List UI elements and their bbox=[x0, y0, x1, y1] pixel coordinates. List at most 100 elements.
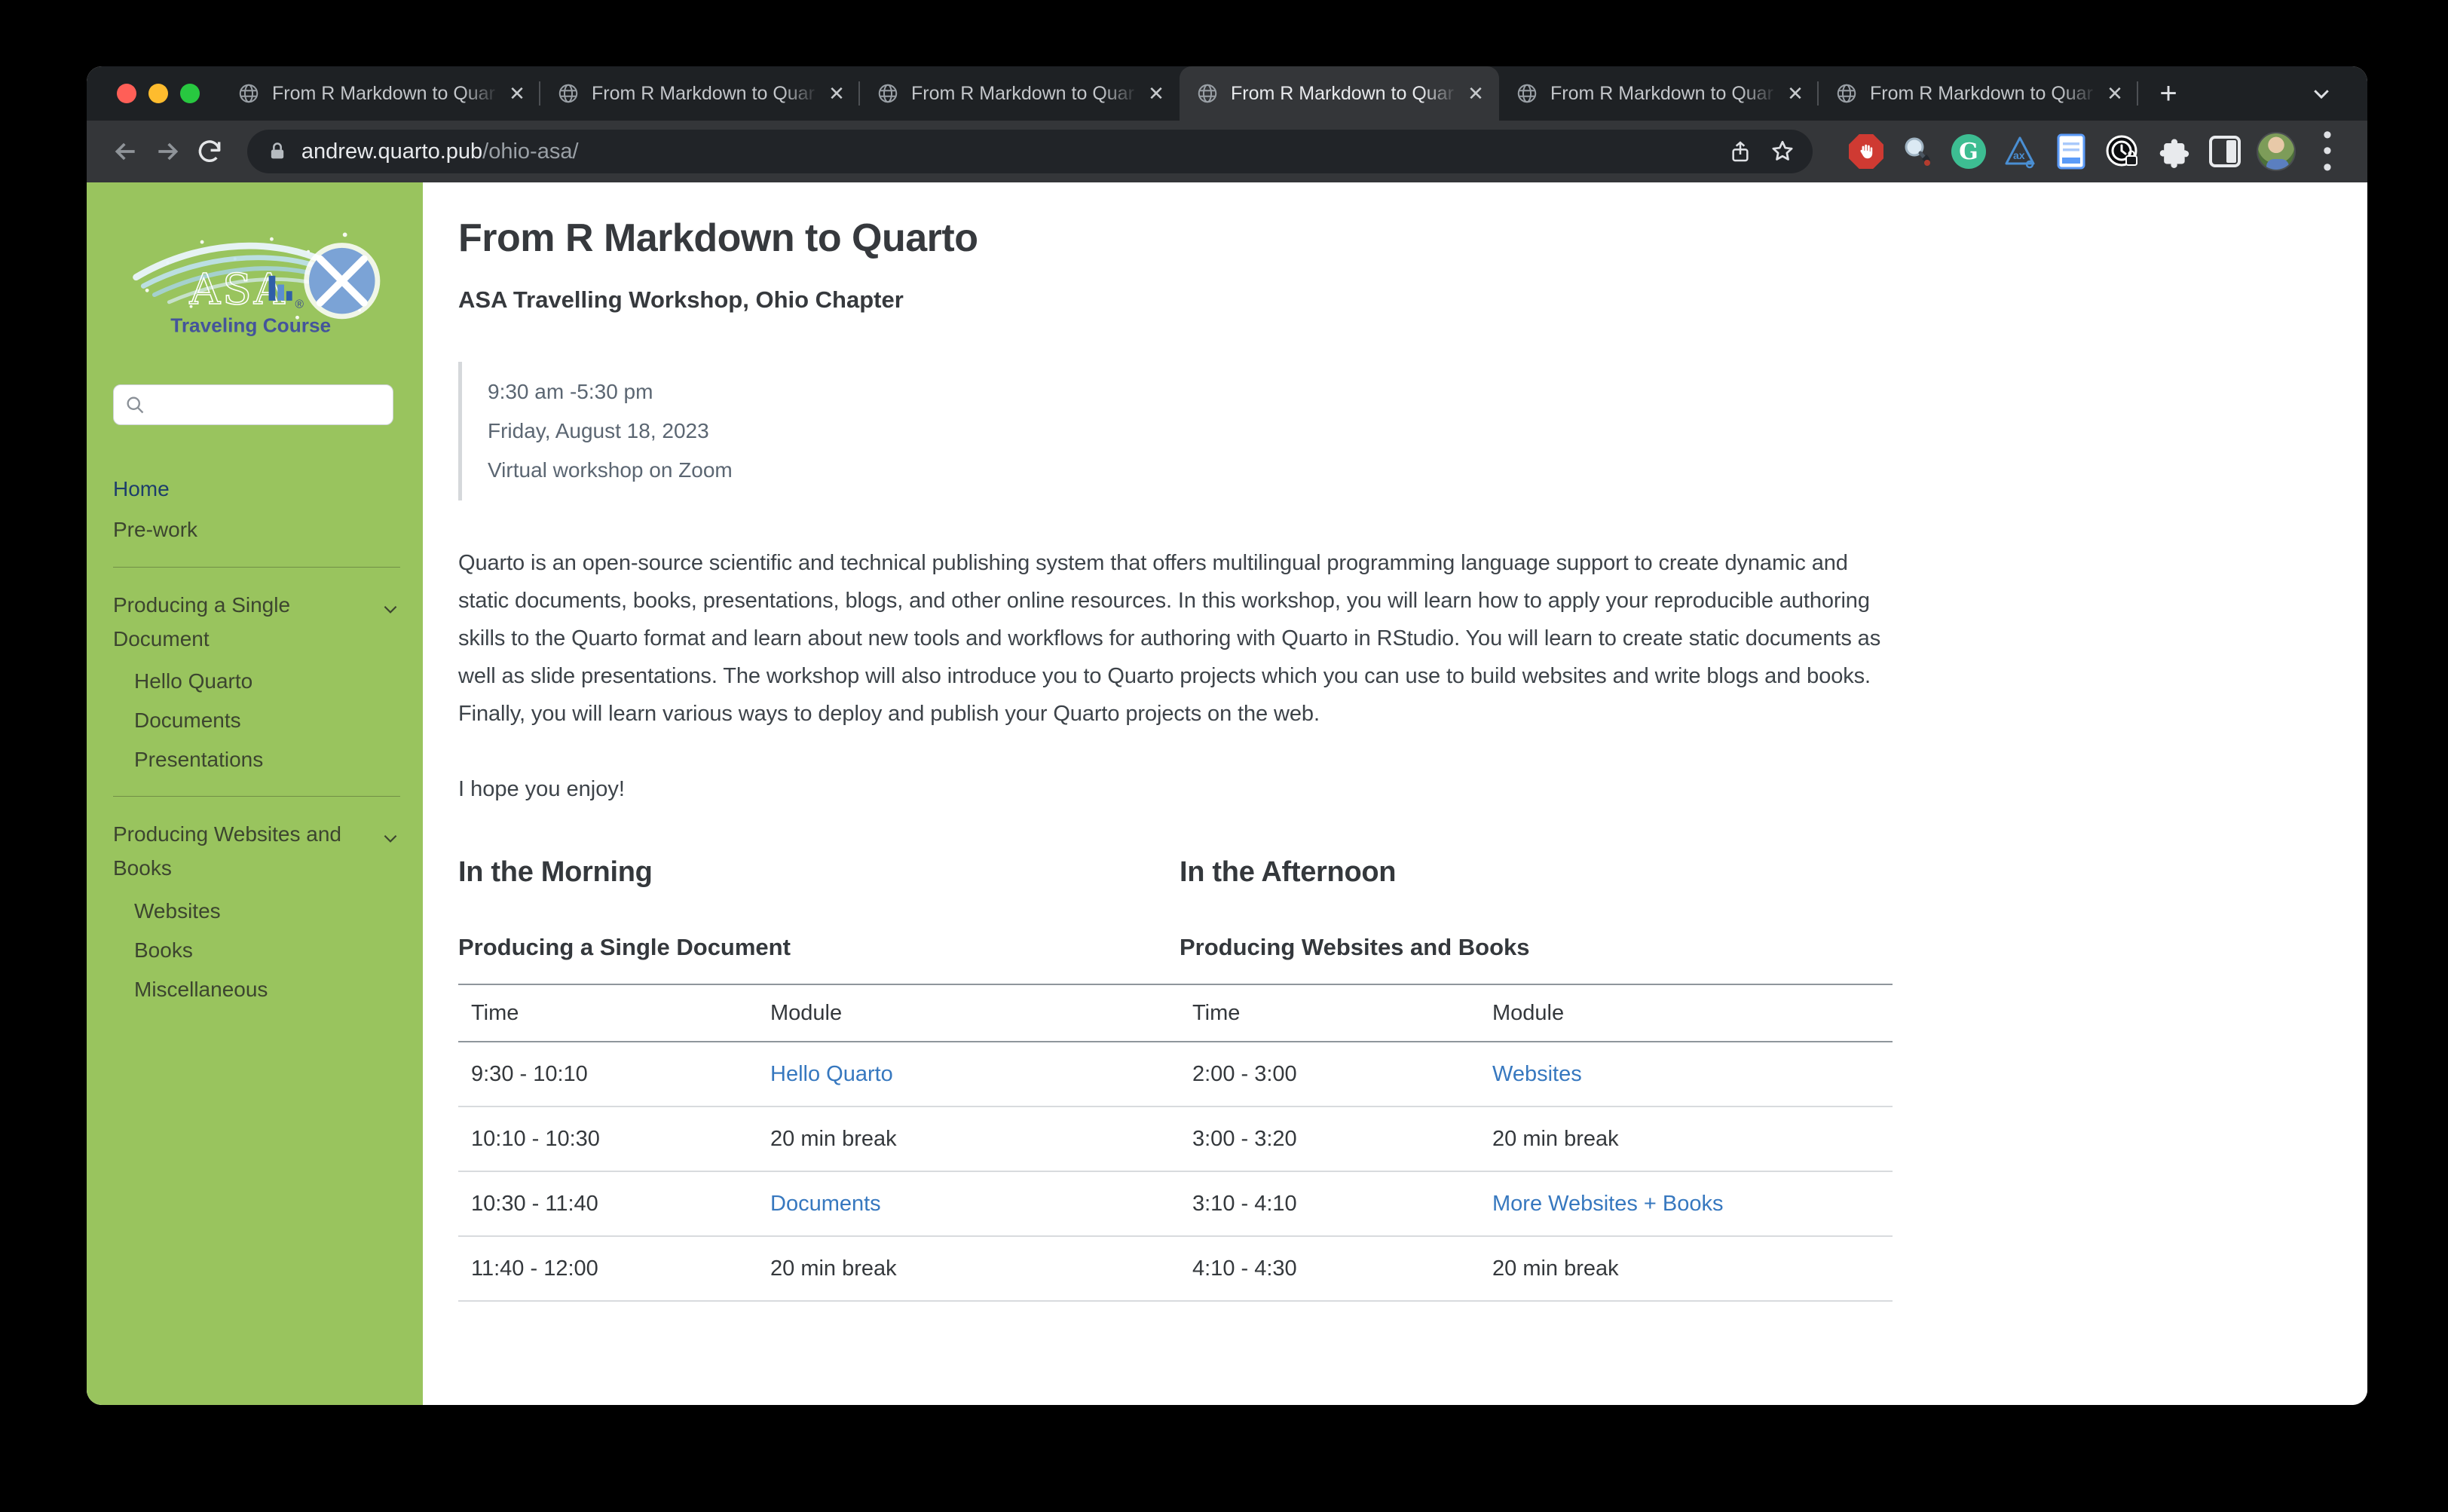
docs-extension-icon[interactable] bbox=[2049, 130, 2093, 173]
tab-title: From R Markdown to Quar bbox=[911, 83, 1143, 105]
url-host: andrew.quarto.pub bbox=[301, 139, 482, 164]
svg-text:®: ® bbox=[295, 298, 304, 311]
tab-close-icon[interactable]: ✕ bbox=[1782, 81, 1808, 106]
module-link-hello-quarto[interactable]: Hello Quarto bbox=[770, 1062, 893, 1086]
tab-close-icon[interactable]: ✕ bbox=[1143, 81, 1169, 106]
col-header-module: Module bbox=[1480, 984, 1893, 1042]
page-content: ASA ® Traveling Course Home Pre-work Pro… bbox=[87, 182, 2367, 1405]
share-button[interactable] bbox=[1719, 130, 1761, 173]
chevron-down-icon[interactable] bbox=[381, 599, 400, 624]
sidebar-item-documents[interactable]: Documents bbox=[134, 701, 400, 740]
extensions-puzzle-icon[interactable] bbox=[2152, 130, 2196, 173]
time-cell: 3:10 - 4:10 bbox=[1180, 1171, 1480, 1236]
tab-strip: From R Markdown to Quar ✕ From R Markdow… bbox=[87, 66, 2367, 121]
tab-5[interactable]: From R Markdown to Quar ✕ bbox=[1499, 66, 1819, 121]
svg-text:ax: ax bbox=[2013, 149, 2025, 161]
afternoon-heading: In the Afternoon bbox=[1180, 856, 1893, 889]
search-input[interactable] bbox=[153, 392, 409, 417]
sidebar-item-websites[interactable]: Websites bbox=[134, 892, 400, 931]
new-tab-button[interactable]: + bbox=[2146, 71, 2191, 116]
tab-title: From R Markdown to Quar bbox=[1231, 83, 1463, 105]
table-row: 9:30 - 10:10 Hello Quarto 2:00 - 3:00 We… bbox=[458, 1042, 1893, 1106]
morning-column: In the Morning Producing a Single Docume… bbox=[458, 856, 1180, 961]
adblock-extension-icon[interactable] bbox=[1844, 130, 1888, 173]
schedule-headings: In the Morning Producing a Single Docume… bbox=[458, 856, 1893, 961]
tab-title: From R Markdown to Quar bbox=[1870, 83, 2102, 105]
sidebar-item-presentations[interactable]: Presentations bbox=[134, 740, 400, 779]
back-button[interactable] bbox=[105, 130, 147, 173]
time-cell: 10:10 - 10:30 bbox=[458, 1106, 757, 1171]
tab-close-icon[interactable]: ✕ bbox=[1463, 81, 1489, 106]
tab-1[interactable]: From R Markdown to Quar ✕ bbox=[221, 66, 540, 121]
globe-favicon-icon bbox=[1196, 82, 1219, 105]
table-row: 10:10 - 10:30 20 min break 3:00 - 3:20 2… bbox=[458, 1106, 1893, 1171]
sidebar-item-books[interactable]: Books bbox=[134, 931, 400, 970]
sidebar-item-hello-quarto[interactable]: Hello Quarto bbox=[134, 662, 400, 701]
address-bar[interactable]: andrew.quarto.pub/ohio-asa/ bbox=[247, 130, 1813, 173]
sidebar-section-websites-books[interactable]: Producing Websites and Books bbox=[113, 813, 400, 890]
tab-4-active[interactable]: From R Markdown to Quar ✕ bbox=[1180, 66, 1499, 121]
magnifier-extension-icon[interactable] bbox=[1896, 130, 1939, 173]
sidebar-sublist-websites-books: Websites Books Miscellaneous bbox=[113, 892, 400, 1009]
tab-close-icon[interactable]: ✕ bbox=[504, 81, 530, 106]
sidebar-section-label: Producing a Single Document bbox=[113, 589, 362, 657]
tab-3[interactable]: From R Markdown to Quar ✕ bbox=[860, 66, 1180, 121]
sidebar-section-single-document[interactable]: Producing a Single Document bbox=[113, 584, 400, 661]
globe-favicon-icon bbox=[1516, 82, 1538, 105]
break-cell: 20 min break bbox=[1480, 1236, 1893, 1301]
window-close-button[interactable] bbox=[117, 84, 136, 103]
bookmark-star-button[interactable] bbox=[1761, 130, 1804, 173]
browser-window: From R Markdown to Quar ✕ From R Markdow… bbox=[87, 66, 2367, 1405]
axe-devtools-extension-icon[interactable]: ax bbox=[1998, 130, 2042, 173]
sidebar-nav: Home Pre-work Producing a Single Documen… bbox=[113, 469, 400, 1009]
intro-paragraph: Quarto is an open-source scientific and … bbox=[458, 544, 1893, 733]
sidebar: ASA ® Traveling Course Home Pre-work Pro… bbox=[87, 182, 423, 1405]
module-link-documents[interactable]: Documents bbox=[770, 1192, 881, 1216]
afternoon-subheading: Producing Websites and Books bbox=[1180, 934, 1893, 961]
profile-avatar[interactable] bbox=[2254, 130, 2298, 173]
module-link-websites[interactable]: Websites bbox=[1492, 1062, 1582, 1086]
lock-icon bbox=[267, 141, 288, 162]
extension-icons: G ax ••• bbox=[1844, 130, 2349, 173]
sidebar-divider bbox=[113, 567, 400, 568]
workshop-date: Friday, August 18, 2023 bbox=[488, 412, 2367, 451]
morning-heading: In the Morning bbox=[458, 856, 1180, 889]
chrome-menu-button[interactable]: ••• bbox=[2306, 130, 2349, 173]
workshop-details-blockquote: 9:30 am -5:30 pm Friday, August 18, 2023… bbox=[458, 362, 2367, 500]
table-row: 11:40 - 12:00 20 min break 4:10 - 4:30 2… bbox=[458, 1236, 1893, 1301]
module-link-more-websites-books[interactable]: More Websites + Books bbox=[1492, 1192, 1724, 1216]
time-cell: 2:00 - 3:00 bbox=[1180, 1042, 1480, 1106]
workshop-venue: Virtual workshop on Zoom bbox=[488, 451, 2367, 490]
sidebar-section-label: Producing Websites and Books bbox=[113, 818, 362, 886]
sidebar-item-miscellaneous[interactable]: Miscellaneous bbox=[134, 970, 400, 1009]
sidebar-item-prework[interactable]: Pre-work bbox=[113, 510, 400, 550]
time-cell: 9:30 - 10:10 bbox=[458, 1042, 757, 1106]
table-row: 10:30 - 11:40 Documents 3:10 - 4:10 More… bbox=[458, 1171, 1893, 1236]
tab-2[interactable]: From R Markdown to Quar ✕ bbox=[540, 66, 860, 121]
chevron-down-icon[interactable] bbox=[381, 828, 400, 853]
reload-button[interactable] bbox=[188, 130, 231, 173]
screenshot-stage: From R Markdown to Quar ✕ From R Markdow… bbox=[0, 0, 2448, 1512]
window-minimize-button[interactable] bbox=[148, 84, 168, 103]
tab-search-chevron-icon[interactable] bbox=[2295, 82, 2348, 105]
sidebar-search[interactable] bbox=[113, 384, 393, 425]
asa-traveling-course-logo[interactable]: ASA ® Traveling Course bbox=[125, 219, 389, 354]
browser-toolbar: andrew.quarto.pub/ohio-asa/ G ax bbox=[87, 121, 2367, 182]
page-title: From R Markdown to Quarto bbox=[458, 216, 2367, 261]
time-cell: 11:40 - 12:00 bbox=[458, 1236, 757, 1301]
tab-6[interactable]: From R Markdown to Quar ✕ bbox=[1819, 66, 2138, 121]
workshop-time: 9:30 am -5:30 pm bbox=[488, 372, 2367, 412]
forward-button[interactable] bbox=[147, 130, 189, 173]
time-cell: 4:10 - 4:30 bbox=[1180, 1236, 1480, 1301]
logo-subtitle-text: Traveling Course bbox=[170, 314, 331, 337]
sidebar-item-home[interactable]: Home bbox=[113, 469, 400, 510]
url-path: /ohio-asa/ bbox=[482, 139, 578, 164]
session-lock-extension-icon[interactable] bbox=[2101, 130, 2144, 173]
sidebar-divider bbox=[113, 796, 400, 797]
side-panel-icon[interactable] bbox=[2203, 130, 2247, 173]
tab-close-icon[interactable]: ✕ bbox=[2102, 81, 2128, 106]
window-zoom-button[interactable] bbox=[180, 84, 200, 103]
grammarly-extension-icon[interactable]: G bbox=[1947, 130, 1991, 173]
tab-close-icon[interactable]: ✕ bbox=[824, 81, 849, 106]
tab-title: From R Markdown to Quar bbox=[272, 83, 504, 105]
